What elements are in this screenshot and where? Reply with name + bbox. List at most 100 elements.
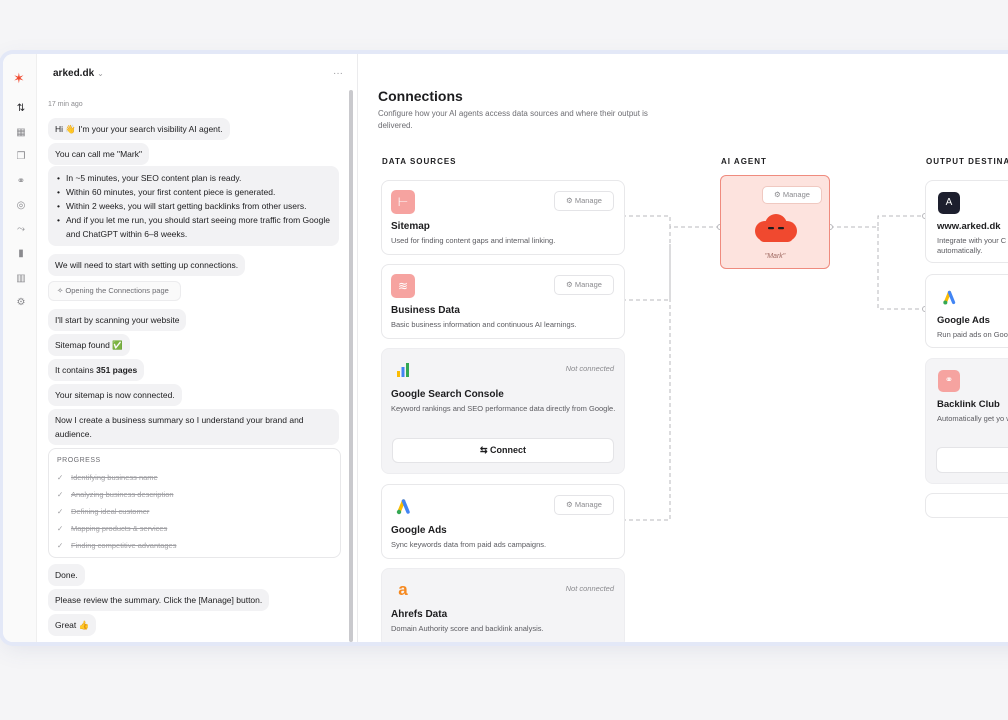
- card-title: Business Data: [391, 305, 460, 316]
- arked-icon: A: [938, 192, 960, 214]
- message-timestamp: 17 min ago: [48, 101, 83, 108]
- chat-message: In ~5 minutes, your SEO content plan is …: [48, 166, 339, 246]
- progress-step-label: Analyzing business description: [71, 490, 174, 499]
- add-output-placeholder[interactable]: [925, 493, 1008, 518]
- progress-step-label: Finding competitive advantages: [71, 541, 177, 550]
- settings-icon[interactable]: ⚙: [15, 297, 27, 309]
- check-icon: ✓: [57, 490, 64, 499]
- chat-message: Done.: [48, 564, 85, 586]
- manage-label: Manage: [574, 280, 602, 289]
- output-destinations-heading: OUTPUT DESTINA: [926, 157, 1008, 166]
- list-item: Within 60 minutes, your first content pi…: [56, 185, 331, 199]
- card-description: Domain Authority score and backlink anal…: [391, 624, 544, 633]
- connections-panel: Connections Configure how your AI agents…: [358, 54, 1008, 642]
- card-description: Keyword rankings and SEO performance dat…: [391, 404, 616, 413]
- chevron-down-icon: ⌄: [97, 69, 104, 78]
- mark-mascot-icon: [755, 214, 797, 242]
- card-description: Sync keywords data from paid ads campaig…: [391, 540, 547, 549]
- source-card-sitemap: ⊢ ⚙ Manage Sitemap Used for finding cont…: [381, 180, 625, 255]
- google-ads-icon: [938, 286, 960, 308]
- library-icon[interactable]: ▥: [15, 273, 27, 285]
- app-window: ✶ ⇅ ▦ ❐ ⚭ ◎ ⤳ ▮ ▥ ⚙ arked.dk ⌄ ··· 17 min…: [3, 54, 1008, 642]
- output-card-google-ads: Google Ads Run paid ads on Goo: [925, 274, 1008, 348]
- progress-step-label: Identifying business name: [71, 473, 158, 482]
- manage-label: Manage: [574, 500, 602, 509]
- check-icon: ✓: [57, 507, 64, 516]
- card-title: www.arked.dk: [937, 221, 1001, 232]
- connect-label: Connect: [490, 445, 527, 455]
- chat-scrollbar[interactable]: [349, 90, 353, 642]
- ai-agent-card[interactable]: ⚙ Manage "Mark": [720, 175, 830, 269]
- chat-message: Your sitemap is now connected.: [48, 384, 182, 406]
- progress-panel: PROGRESS ✓ Identifying business name ✓ Ana…: [48, 448, 341, 558]
- chart-icon[interactable]: ▮: [15, 248, 27, 260]
- progress-step: ✓ Finding competitive advantages: [57, 541, 176, 550]
- manage-button[interactable]: ⚙ Manage: [762, 186, 822, 204]
- progress-step: ✓ Identifying business name: [57, 473, 158, 482]
- output-card-backlink-club: ⚭ Backlink Club Automatically get yo web…: [925, 358, 1008, 484]
- manage-button[interactable]: ⚙ Manage: [554, 495, 614, 515]
- connections-icon[interactable]: ⇅: [15, 103, 27, 115]
- google-ads-icon: [391, 494, 415, 518]
- nodes-icon[interactable]: ⚭: [15, 176, 27, 188]
- backlink-club-icon: ⚭: [938, 370, 960, 392]
- icon-rail: ✶ ⇅ ▦ ❐ ⚭ ◎ ⤳ ▮ ▥ ⚙: [3, 54, 37, 642]
- card-description: Run paid ads on Goo: [937, 330, 1008, 339]
- card-description: Used for finding content gaps and intern…: [391, 236, 556, 245]
- progress-step: ✓ Defining ideal customer: [57, 507, 149, 516]
- manage-label: Manage: [782, 190, 810, 199]
- chat-message: Sitemap found ✅: [48, 334, 130, 356]
- ai-agent-heading: AI AGENT: [721, 157, 767, 166]
- manage-label: Manage: [574, 196, 602, 205]
- chat-message: I'll start by scanning your website: [48, 309, 187, 331]
- connect-button[interactable]: ⇆ Connect: [392, 438, 614, 463]
- card-description: Automatically get yo websites.: [937, 414, 1008, 423]
- source-card-business-data: ≋ ⚙ Manage Business Data Basic business …: [381, 264, 625, 339]
- progress-step-label: Defining ideal customer: [71, 507, 150, 516]
- check-icon: ✓: [57, 541, 64, 550]
- chat-message: Great 👍: [48, 614, 97, 636]
- calendar-icon[interactable]: ▦: [15, 127, 27, 139]
- gear-icon: ⚙: [566, 500, 575, 509]
- gear-icon: ⚙: [566, 196, 575, 205]
- tool-call-label: Opening the Connections page: [65, 286, 169, 295]
- card-title: Sitemap: [391, 221, 430, 232]
- sitemap-icon: ⊢: [391, 190, 415, 214]
- progress-step: ✓ Mapping products & services: [57, 524, 167, 533]
- connect-button[interactable]: [936, 447, 1008, 473]
- documents-icon[interactable]: ❐: [15, 151, 27, 163]
- ahrefs-icon: a: [398, 580, 408, 599]
- flow-icon[interactable]: ⤳: [15, 224, 27, 236]
- database-icon: ≋: [391, 274, 415, 298]
- link-icon: ⇆: [479, 445, 491, 455]
- check-icon: ✓: [57, 473, 64, 482]
- check-icon: ✓: [57, 524, 64, 533]
- list-item: In ~5 minutes, your SEO content plan is …: [56, 171, 331, 185]
- progress-step: ✓ Analyzing business description: [57, 490, 174, 499]
- chat-message: We will need to start with setting up co…: [48, 254, 246, 276]
- tool-call-indicator[interactable]: ✧ Opening the Connections page: [48, 281, 181, 301]
- manage-button[interactable]: ⚙ Manage: [554, 275, 614, 295]
- chat-message: It contains 351 pages: [48, 359, 145, 381]
- source-card-ahrefs-data: a Not connected Ahrefs Data Domain Autho…: [381, 568, 625, 642]
- message-text: It contains: [55, 365, 97, 375]
- page-count: 351 pages: [96, 365, 138, 375]
- card-title: Backlink Club: [937, 399, 1000, 410]
- source-card-google-ads: ⚙ Manage Google Ads Sync keywords data f…: [381, 484, 625, 559]
- card-title: Google Search Console: [391, 389, 504, 400]
- page-title: Connections: [378, 88, 463, 104]
- data-sources-heading: DATA SOURCES: [382, 157, 457, 166]
- chat-message: Now I create a business summary so I und…: [48, 409, 339, 445]
- output-card-website: A www.arked.dk Integrate with your C aut…: [925, 180, 1008, 263]
- progress-step-label: Mapping products & services: [71, 524, 168, 533]
- workspace-switcher[interactable]: arked.dk ⌄: [53, 68, 104, 79]
- list-item: And if you let me run, you should start …: [56, 213, 331, 241]
- logo-icon[interactable]: ✶: [13, 70, 25, 87]
- progress-title: PROGRESS: [57, 457, 101, 464]
- more-menu-icon[interactable]: ···: [333, 68, 343, 79]
- not-connected-label: Not connected: [565, 364, 614, 373]
- database-icon[interactable]: ◎: [15, 200, 27, 212]
- agent-name: "Mark": [764, 253, 786, 260]
- manage-button[interactable]: ⚙ Manage: [554, 191, 614, 211]
- card-title: Ahrefs Data: [391, 609, 448, 620]
